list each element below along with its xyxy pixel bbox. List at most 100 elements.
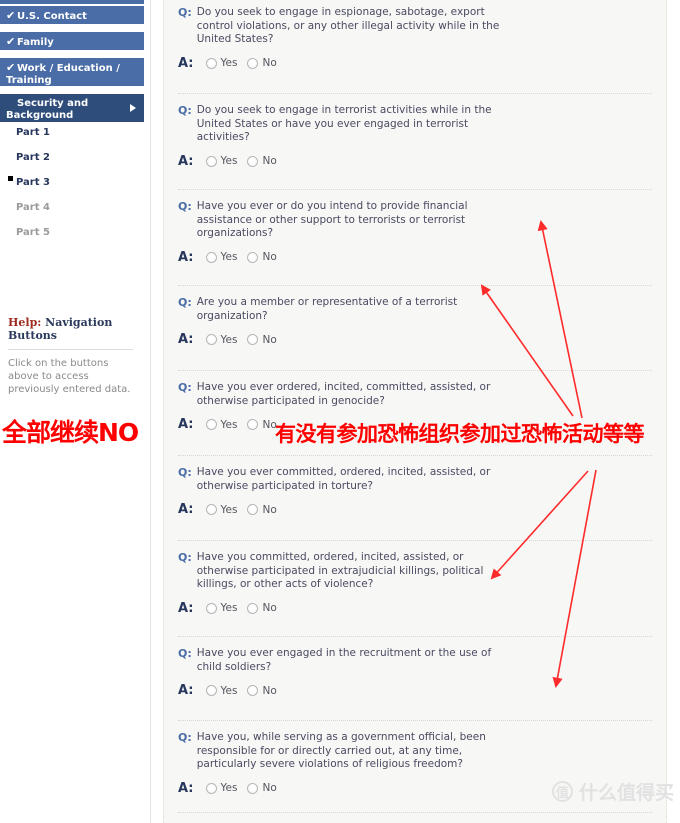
help-panel: Help: Navigation Buttons Click on the bu… bbox=[0, 308, 143, 406]
question-marker: Q: bbox=[178, 104, 192, 117]
check-icon: ✔ bbox=[6, 35, 16, 48]
radio-button-icon[interactable] bbox=[205, 419, 217, 431]
radio-option-no[interactable]: No bbox=[247, 503, 277, 516]
sidebar-part-3[interactable]: Part 3 bbox=[16, 177, 50, 188]
radio-option-no[interactable]: No bbox=[247, 602, 277, 615]
radio-button-icon[interactable] bbox=[247, 419, 259, 431]
answer-marker: A: bbox=[178, 780, 194, 796]
sidebar-part-5: Part 5 bbox=[16, 227, 50, 238]
answer-marker: A: bbox=[178, 600, 194, 616]
radio-option-yes[interactable]: Yes bbox=[205, 504, 237, 516]
radio-button-icon[interactable] bbox=[247, 334, 259, 346]
radio-option-no[interactable]: No bbox=[247, 333, 277, 346]
answer-marker: A: bbox=[178, 502, 194, 518]
question-block: Q: Do you seek to engage in espionage, sa… bbox=[164, 6, 666, 71]
check-icon: ✔ bbox=[6, 61, 16, 74]
question-separator bbox=[178, 455, 652, 456]
radio-option-yes[interactable]: Yes bbox=[205, 251, 237, 263]
radio-option-no[interactable]: No bbox=[247, 57, 277, 69]
answer-row: A: Yes No bbox=[178, 417, 652, 432]
question-separator bbox=[178, 720, 652, 721]
question-text: Have you, while serving as a government … bbox=[196, 731, 486, 771]
radio-button-icon[interactable] bbox=[247, 155, 259, 167]
sidebar-item-label: U.S. Contact bbox=[17, 11, 87, 22]
radio-button-icon[interactable] bbox=[247, 782, 259, 794]
question-text: Do you seek to engage in espionage, sabo… bbox=[196, 6, 500, 46]
answer-marker: A: bbox=[178, 683, 194, 699]
question-marker: Q: bbox=[178, 466, 192, 479]
radio-option-label: Yes bbox=[220, 782, 238, 795]
question-row: Q: Have you, while serving as a governmen… bbox=[178, 731, 652, 772]
question-block: Q: Have you ever ordered, incited, commit… bbox=[164, 381, 666, 432]
radio-option-yes[interactable]: Yes bbox=[205, 155, 237, 167]
question-text: Have you ever or do you intend to provid… bbox=[196, 200, 468, 240]
question-text: Are you a member or representative of a … bbox=[196, 296, 458, 322]
radio-button-icon[interactable] bbox=[205, 685, 217, 697]
radio-option-no[interactable]: No bbox=[247, 685, 277, 697]
radio-option-no[interactable]: No bbox=[247, 782, 277, 795]
answer-row: A: Yes No bbox=[178, 601, 652, 616]
question-separator bbox=[178, 370, 652, 371]
radio-option-yes[interactable]: Yes bbox=[205, 418, 238, 431]
radio-button-icon[interactable] bbox=[205, 602, 217, 614]
radio-button-icon[interactable] bbox=[247, 251, 259, 263]
sidebar-item-work-education-training[interactable]: ✔ Work / Education / Training bbox=[0, 57, 144, 87]
answer-marker: A: bbox=[178, 249, 194, 265]
question-separator bbox=[178, 636, 652, 637]
answer-row: A: Yes No bbox=[178, 154, 652, 169]
radio-button-icon[interactable] bbox=[205, 251, 217, 263]
radio-option-yes[interactable]: Yes bbox=[205, 333, 238, 346]
answer-row: A: Yes No bbox=[178, 683, 652, 698]
answer-marker: A: bbox=[178, 153, 194, 169]
radio-option-label: Yes bbox=[220, 418, 238, 431]
sidebar-item-label: Security and Background bbox=[6, 98, 89, 121]
sidebar-item-family[interactable]: ✔ Family bbox=[0, 31, 144, 51]
radio-option-no[interactable]: No bbox=[247, 155, 277, 167]
radio-option-label: No bbox=[262, 503, 277, 516]
question-row: Q: Have you ever engaged in the recruitme… bbox=[178, 647, 652, 674]
question-block: Q: Have you ever engaged in the recruitme… bbox=[164, 647, 666, 698]
sidebar-part-1[interactable]: Part 1 bbox=[16, 127, 50, 138]
radio-button-icon[interactable] bbox=[247, 685, 259, 697]
answer-row: A: Yes No bbox=[178, 332, 652, 347]
radio-option-label: No bbox=[262, 782, 277, 795]
question-row: Q: Do you seek to engage in espionage, sa… bbox=[178, 6, 652, 47]
sidebar-item-security-and-background[interactable]: Security and Background bbox=[0, 93, 144, 123]
radio-option-yes[interactable]: Yes bbox=[205, 782, 238, 795]
radio-option-label: Yes bbox=[220, 602, 238, 615]
chevron-right-icon bbox=[130, 104, 136, 112]
radio-button-icon[interactable] bbox=[205, 155, 217, 167]
watermark-badge-icon: 值 bbox=[551, 781, 573, 802]
radio-button-icon[interactable] bbox=[205, 334, 217, 346]
sidebar-item-us-contact[interactable]: ✔ U.S. Contact bbox=[0, 5, 144, 25]
radio-option-yes[interactable]: Yes bbox=[205, 685, 237, 697]
radio-option-yes[interactable]: Yes bbox=[205, 602, 238, 615]
radio-option-no[interactable]: No bbox=[247, 251, 277, 263]
sidebar-part-4: Part 4 bbox=[16, 202, 50, 213]
question-text: Have you ever ordered, incited, committe… bbox=[196, 381, 491, 407]
question-block: Q: Do you seek to engage in terrorist act… bbox=[164, 104, 666, 169]
radio-button-icon[interactable] bbox=[247, 504, 259, 516]
question-row: Q: Do you seek to engage in terrorist act… bbox=[178, 104, 652, 145]
radio-button-icon[interactable] bbox=[247, 57, 259, 69]
radio-option-yes[interactable]: Yes bbox=[205, 57, 237, 69]
radio-option-label: No bbox=[262, 602, 277, 615]
question-marker: Q: bbox=[178, 551, 192, 564]
question-row: Q: Have you ever committed, ordered, inci… bbox=[178, 466, 652, 493]
question-separator bbox=[178, 93, 652, 94]
radio-button-icon[interactable] bbox=[205, 504, 217, 516]
question-marker: Q: bbox=[178, 296, 192, 309]
radio-option-label: No bbox=[262, 418, 277, 431]
radio-option-no[interactable]: No bbox=[247, 418, 277, 431]
radio-option-label: Yes bbox=[220, 333, 238, 346]
radio-button-icon[interactable] bbox=[205, 782, 217, 794]
question-marker: Q: bbox=[178, 731, 192, 744]
question-marker: Q: bbox=[178, 381, 192, 394]
sidebar-item-label: Family bbox=[17, 37, 54, 48]
radio-option-label: No bbox=[262, 333, 277, 346]
sidebar-item-label: Work / Education / Training bbox=[6, 63, 120, 86]
question-separator bbox=[178, 285, 652, 286]
radio-button-icon[interactable] bbox=[247, 602, 259, 614]
sidebar-part-2[interactable]: Part 2 bbox=[16, 152, 50, 163]
radio-button-icon[interactable] bbox=[205, 57, 217, 69]
